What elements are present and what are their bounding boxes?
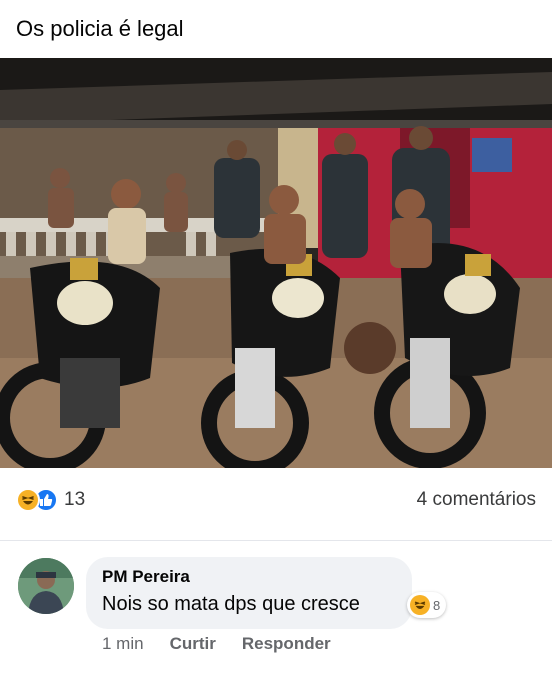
divider [0, 540, 552, 541]
haha-icon [410, 595, 430, 615]
comment-actions: 1 min Curtir Responder [102, 634, 331, 654]
avatar-image [18, 558, 74, 614]
post-text: Os policia é legal [16, 16, 184, 41]
post-photo[interactable] [0, 58, 552, 468]
like-button[interactable]: Curtir [170, 634, 216, 654]
reaction-summary[interactable]: 13 [16, 486, 85, 514]
comment-text: Nois so mata dps que cresce [102, 593, 360, 615]
reaction-count: 13 [64, 489, 86, 510]
comment-timestamp[interactable]: 1 min [102, 634, 144, 654]
comments-count-link[interactable]: 4 comentários [417, 489, 536, 511]
photo-illustration [0, 58, 552, 468]
commenter-avatar[interactable] [18, 558, 74, 614]
comment-author[interactable]: PM Pereira [102, 567, 396, 587]
haha-icon [16, 488, 40, 512]
comment-bubble: PM Pereira Nois so mata dps que cresce [86, 557, 412, 629]
comment-reaction-count: 8 [433, 597, 441, 613]
comment-reaction-badge[interactable]: 8 [407, 592, 447, 618]
reply-button[interactable]: Responder [242, 634, 331, 654]
